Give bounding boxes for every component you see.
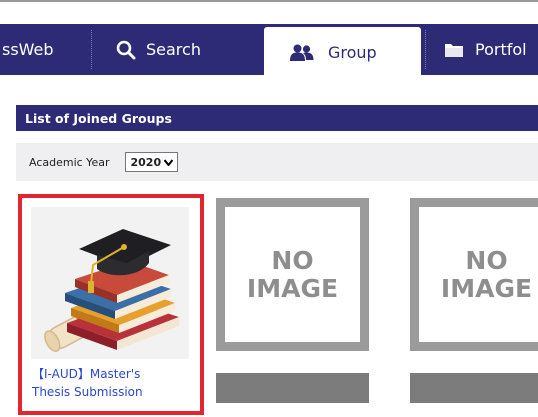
tab-group[interactable]: Group — [264, 27, 421, 78]
academic-year-value: 2020 — [130, 155, 162, 169]
folder-icon — [445, 43, 463, 57]
no-image-text-line2: IMAGE — [440, 273, 533, 303]
tab-portfolio-label: Portfol — [475, 40, 527, 59]
nav-separator — [425, 30, 426, 69]
chevron-down-icon — [163, 156, 174, 169]
group-title-line2: Thesis Submission — [32, 385, 143, 399]
tab-search-label: Search — [146, 40, 201, 59]
academic-year-label: Academic Year — [29, 155, 110, 169]
group-title-line1: 【I-AUD】Master's — [32, 367, 141, 381]
tab-portfolio[interactable]: Portfol — [430, 24, 538, 75]
group-card-no-image[interactable]: NO IMAGE — [216, 198, 369, 351]
no-image-text-line1: NO — [271, 245, 314, 275]
group-card-no-image[interactable]: NO IMAGE — [410, 198, 538, 351]
graduation-books-image — [44, 229, 179, 353]
group-title-link[interactable]: 【I-AUD】Master's Thesis Submission — [32, 365, 192, 401]
tab-classweb-label: ssWeb — [2, 40, 54, 59]
group-card-title-bar[interactable] — [410, 373, 538, 403]
content-area: List of Joined Groups Academic Year 2020 — [0, 75, 538, 417]
search-icon — [116, 40, 136, 60]
section-title-bar: List of Joined Groups — [16, 105, 538, 131]
academic-year-select[interactable]: 2020 — [125, 152, 179, 172]
group-thumbnail[interactable] — [31, 207, 189, 359]
tab-group-label: Group — [328, 43, 377, 62]
tab-search[interactable]: Search — [96, 24, 256, 75]
no-image-text-line1: NO — [465, 245, 508, 275]
tab-classweb[interactable]: ssWeb — [0, 24, 90, 75]
group-card-title-bar[interactable] — [216, 373, 369, 403]
no-image-text-line2: IMAGE — [246, 273, 339, 303]
academic-year-filter: Academic Year 2020 — [16, 143, 538, 181]
nav-separator — [91, 30, 92, 69]
group-icon — [290, 44, 314, 62]
section-title: List of Joined Groups — [25, 110, 172, 126]
group-card-selected[interactable]: 【I-AUD】Master's Thesis Submission — [18, 194, 204, 415]
main-nav: ssWeb Search Group Portfol — [0, 24, 538, 78]
